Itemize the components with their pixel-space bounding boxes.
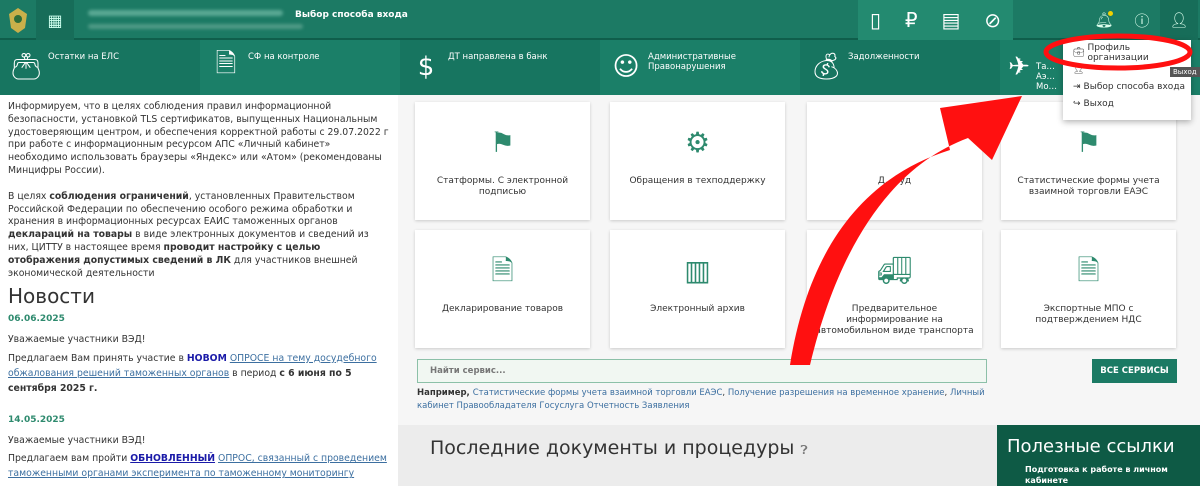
money-bag-icon: 💰︎ <box>809 52 843 82</box>
hidden-icon <box>807 122 982 162</box>
top-bar: ▦ Выбор способа входа ▯ ₽ ▤ ⊘ 🔔︎ ⓘ 👤︎ <box>0 0 1200 40</box>
info-panel: Информируем, что в целях соблюдения прав… <box>0 95 398 486</box>
purse-icon: 👛︎ <box>9 52 43 82</box>
archive-icon: ▥ <box>684 253 711 287</box>
example-link[interactable]: Госуслуга Отчетность <box>539 401 639 411</box>
tile-dt-bank[interactable]: $ ДТ направлена в банк <box>400 40 600 95</box>
support-icon: ⚙ <box>684 125 711 159</box>
user-icon: 👤︎ <box>1073 64 1085 75</box>
sign-in-icon: ⇥ <box>1073 81 1081 92</box>
barrier-location-icon[interactable]: ⊘ <box>984 8 1001 32</box>
example-link[interactable]: Получение разрешения на временное хранен… <box>728 388 945 398</box>
all-services-button[interactable]: ВСЕ СЕРВИСЫ <box>1092 359 1177 383</box>
mpo-file-icon: 🗎︎ <box>1077 253 1100 287</box>
passport-icon[interactable]: ▯ <box>870 8 881 32</box>
help-icon[interactable]: ⓘ <box>1123 0 1161 40</box>
user-icon[interactable]: 👤︎ <box>1160 0 1198 40</box>
ruble-icon[interactable]: ₽ <box>905 8 918 32</box>
eaeu-flags-icon: ⚑ <box>489 125 516 159</box>
useful-link[interactable]: Подготовка к работе в личном кабинете <box>1025 464 1190 486</box>
tile-debts[interactable]: 💰︎ Задолженности <box>800 40 1000 95</box>
logout-tooltip: Выход <box>1170 67 1200 77</box>
menu-item-login-mode[interactable]: ⇥ Выбор способа входа <box>1063 78 1191 95</box>
menu-item-org-profile[interactable]: 💼︎ Профиль организации <box>1063 43 1191 63</box>
bell-icon[interactable]: 🔔︎ <box>1085 0 1123 40</box>
service-card-export-mpo[interactable]: 🗎︎ Экспортные МПО с подтверждением НДС <box>1001 230 1176 348</box>
document-icon: 🗎︎ <box>215 49 237 79</box>
plane-icon: ✈ <box>1008 52 1030 82</box>
customs-logo[interactable] <box>0 0 36 40</box>
spreadsheet-icon[interactable]: ▤ <box>941 8 960 32</box>
service-card-support[interactable]: ⚙ Обращения в техподдержку <box>610 102 785 220</box>
help-icon[interactable]: ❓︎ <box>800 443 807 457</box>
news-item: 06.06.2025 Уважаемые участники ВЭД! Пред… <box>8 314 377 394</box>
menu-item-logout[interactable]: ↪ Выход <box>1063 95 1191 112</box>
dt-file-icon: 🗎︎ <box>491 253 514 287</box>
sign-out-icon: ↪ <box>1073 98 1081 109</box>
tile-admin-offenses[interactable]: ☺ Административные Правонарушения <box>600 40 800 95</box>
organization-name-blurred <box>88 10 283 16</box>
service-card-obscured[interactable]: Д…руд <box>807 102 982 220</box>
service-card-statforms-signed[interactable]: ⚑ Статформы. С электронной подписью <box>415 102 590 220</box>
tile-sf-control[interactable]: 🗎︎ СФ на контроле <box>200 40 400 95</box>
search-examples: Например, Статистические формы учета вза… <box>417 388 985 411</box>
news-item: 14.05.2025 Уважаемые участники ВЭД! Пред… <box>8 414 387 480</box>
service-search-input[interactable]: Найти сервис... <box>417 359 987 383</box>
example-link[interactable]: Заявления <box>642 401 690 411</box>
services-area: ⚑ Статформы. С электронной подписью ⚙ Обра… <box>398 95 1200 425</box>
service-card-declaration[interactable]: 🗎︎ Декларирование товаров <box>415 230 590 348</box>
service-card-preliminary-info[interactable]: 🚚︎ Предварительное информирование на авто… <box>807 230 982 348</box>
eaeu-flags-icon: ⚑ <box>1075 125 1102 159</box>
tile-els-balance[interactable]: 👛︎ Остатки на ЕЛС <box>0 40 200 95</box>
organization-details-blurred <box>88 24 303 29</box>
truck-doc-icon: 🚚︎ <box>876 253 913 287</box>
officer-icon: ☺ <box>612 52 640 82</box>
briefcase-icon: 💼︎ <box>1073 47 1085 58</box>
coins-icon: $ <box>417 52 435 82</box>
login-mode-label: Выбор способа входа <box>295 10 408 20</box>
apps-grid-icon[interactable]: ▦ <box>36 0 74 40</box>
useful-links-panel: Полезные ссылки Подготовка к работе в лич… <box>997 425 1200 486</box>
user-dropdown-menu: 💼︎ Профиль организации 👤︎ ⇥ Выбор способа … <box>1063 40 1191 120</box>
restrictions-notice: В целях соблюдения ограничений, установл… <box>8 190 369 279</box>
example-link[interactable]: Статистические формы учета взаимной торг… <box>473 388 723 398</box>
news-heading: Новости <box>8 284 95 309</box>
quick-actions: ▯ ₽ ▤ ⊘ <box>858 0 1013 40</box>
service-card-archive[interactable]: ▥ Электронный архив <box>610 230 785 348</box>
summary-tiles: 👛︎ Остатки на ЕЛС 🗎︎ СФ на контроле $ ДТ на… <box>0 40 1200 95</box>
tls-notice: Информируем, что в целях соблюдения прав… <box>8 101 389 176</box>
